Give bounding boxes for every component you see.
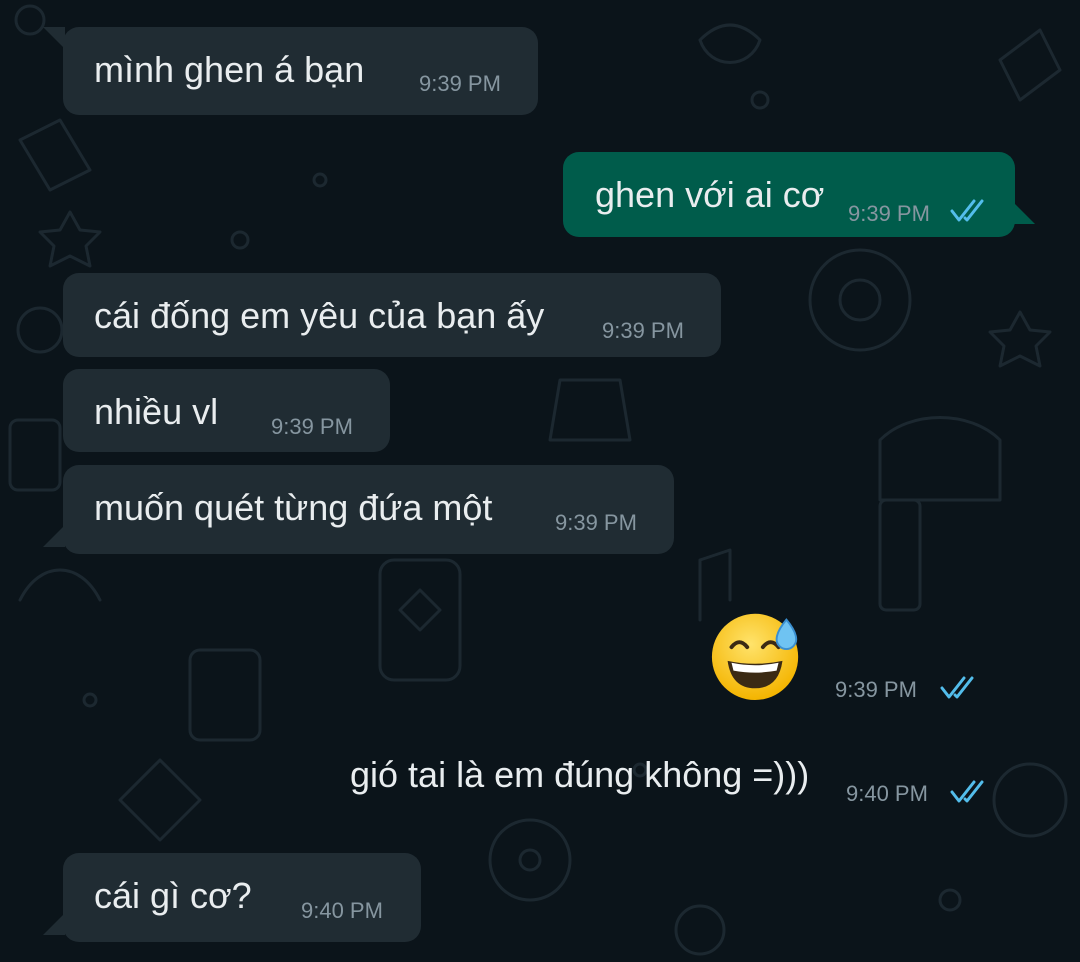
message-timestamp: 9:39 PM <box>555 510 637 535</box>
message-text: mình ghen á bạn <box>94 49 365 90</box>
incoming-message[interactable]: cái đống em yêu của bạn ấy 9:39 PM <box>63 273 721 357</box>
message-timestamp: 9:39 PM <box>848 201 930 226</box>
message-timestamp: 9:39 PM <box>419 71 501 96</box>
message-text: cái đống em yêu của bạn ấy <box>94 295 545 336</box>
message-text: gió tai là em đúng không =))) <box>350 754 810 795</box>
outgoing-message[interactable]: ghen với ai cơ 9:39 PM <box>563 152 1035 237</box>
read-receipt-icon <box>950 780 984 803</box>
message-timestamp: 9:39 PM <box>835 677 917 702</box>
incoming-message[interactable]: muốn quét từng đứa một 9:39 PM <box>43 465 674 554</box>
outgoing-emoji-message[interactable]: 9:39 PM <box>700 600 990 710</box>
incoming-message[interactable]: nhiều vl 9:39 PM <box>63 369 390 452</box>
message-text: muốn quét từng đứa một <box>94 487 493 528</box>
bubble-tail <box>1013 202 1035 224</box>
grinning-face-with-sweat-icon <box>711 613 799 701</box>
bubble-tail <box>43 913 65 935</box>
message-text: nhiều vl <box>94 391 219 432</box>
incoming-message[interactable]: cái gì cơ? 9:40 PM <box>43 853 421 942</box>
message-text: cái gì cơ? <box>94 875 252 916</box>
message-text: ghen với ai cơ <box>595 174 825 215</box>
outgoing-message[interactable]: gió tai là em đúng không =))) 9:40 PM <box>340 748 1000 808</box>
message-timestamp: 9:39 PM <box>602 318 684 343</box>
message-timestamp: 9:40 PM <box>846 781 928 806</box>
message-timestamp: 9:39 PM <box>271 414 353 439</box>
incoming-message[interactable]: mình ghen á bạn 9:39 PM <box>43 27 538 115</box>
read-receipt-icon <box>940 676 974 699</box>
message-timestamp: 9:40 PM <box>301 898 383 923</box>
read-receipt-icon <box>950 199 984 222</box>
bubble-tail <box>43 27 65 49</box>
bubble-tail <box>43 525 65 547</box>
